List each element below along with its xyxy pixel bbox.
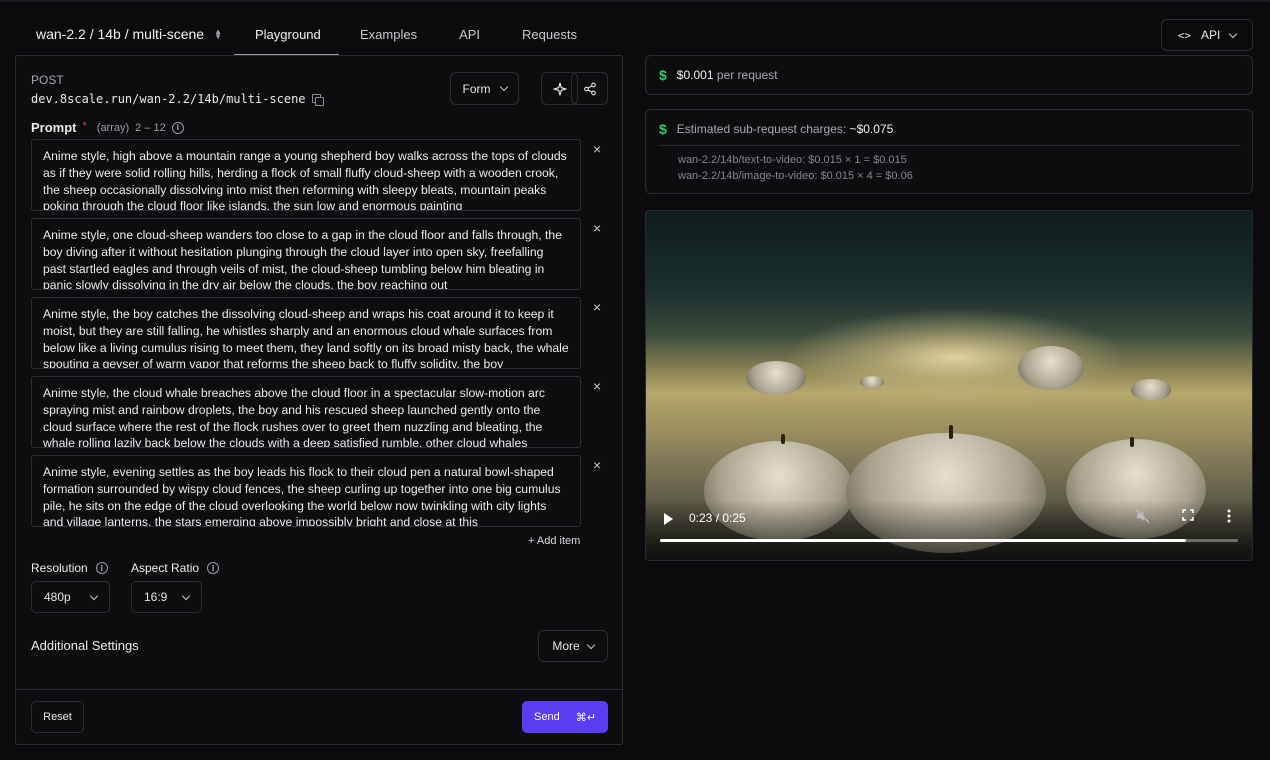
prompt-item-4[interactable]: Anime style, the cloud whale breaches ab…	[31, 376, 581, 448]
remove-item-icon[interactable]: ×	[593, 458, 601, 472]
kebab-icon	[1227, 509, 1231, 523]
expand-icon	[1182, 509, 1194, 521]
tab-requests[interactable]: Requests	[501, 16, 598, 55]
charges-divider	[659, 145, 1241, 146]
more-settings-button[interactable]: More	[538, 630, 608, 662]
resolution-select[interactable]: 480p	[31, 581, 110, 613]
endpoint-url: dev.8scale.run/wan-2.2/14b/multi-scene	[31, 92, 324, 106]
cloud-shape	[746, 361, 806, 395]
prompt-item-3[interactable]: Anime style, the boy catches the dissolv…	[31, 297, 581, 369]
reset-button[interactable]: Reset	[31, 701, 84, 733]
chevron-down-icon	[586, 640, 595, 649]
add-item-button[interactable]: + Add item	[528, 535, 580, 547]
video-controls	[646, 500, 1252, 560]
send-button[interactable]: Send ⌘↵	[522, 701, 608, 733]
aspect-ratio-value: 16:9	[144, 590, 168, 604]
share-icon	[583, 82, 596, 95]
more-options-icon[interactable]	[1226, 508, 1232, 527]
video-time: 0:23 / 0:25	[689, 511, 746, 525]
video-progress-fill	[660, 539, 1186, 542]
more-label: More	[552, 639, 580, 653]
endpoint-text: dev.8scale.run/wan-2.2/14b/multi-scene	[31, 92, 306, 106]
sub-request-line: wan-2.2/14b/text-to-video: $0.015 × 1 = …	[678, 154, 907, 166]
prompt-range: 2 – 12	[135, 121, 166, 134]
prompt-title: Prompt	[31, 120, 77, 135]
additional-settings-heading: Additional Settings	[31, 638, 139, 653]
remove-item-icon[interactable]: ×	[593, 142, 601, 156]
prompt-item-2[interactable]: Anime style, one cloud-sheep wanders too…	[31, 218, 581, 290]
sub-request-charges-card: $ Estimated sub-request charges: ~$0.075…	[645, 109, 1253, 194]
remove-item-icon[interactable]: ×	[593, 300, 601, 314]
request-form-panel: POST dev.8scale.run/wan-2.2/14b/multi-sc…	[15, 55, 623, 745]
charges-label: Estimated sub-request charges:	[676, 122, 847, 136]
prompt-item-5[interactable]: Anime style, evening settles as the boy …	[31, 455, 581, 527]
prompt-type: (array)	[96, 121, 130, 134]
send-label: Send	[534, 711, 560, 723]
boy-figure	[949, 425, 953, 439]
send-shortcut: ⌘↵	[575, 710, 596, 724]
play-icon[interactable]	[664, 513, 673, 525]
tab-examples[interactable]: Examples	[339, 16, 438, 55]
speaker-off-icon	[1136, 509, 1150, 523]
sheep-figure	[1130, 437, 1134, 447]
info-icon[interactable]: i	[171, 121, 184, 134]
video-player[interactable]: 0:23 / 0:25	[645, 210, 1253, 561]
charges-total: ~$0.075	[849, 122, 894, 136]
tab-api[interactable]: API	[438, 16, 501, 55]
api-button-label: API	[1200, 28, 1221, 42]
info-icon[interactable]: i	[95, 562, 108, 574]
chevron-down-icon	[499, 82, 508, 92]
aspect-ratio-label: Aspect Ratio i	[131, 561, 220, 575]
sub-request-line: wan-2.2/14b/image-to-video: $0.015 × 4 =…	[678, 170, 913, 182]
price-unit: per request	[716, 68, 778, 82]
cloud-shape	[1018, 346, 1084, 390]
info-icon[interactable]: i	[207, 562, 220, 574]
fullscreen-icon[interactable]	[1181, 508, 1195, 525]
price-amount: $0.001	[676, 68, 714, 82]
cloud-shape	[1131, 379, 1171, 401]
pricing-card: $ $0.001 per request	[645, 55, 1253, 95]
footer-divider	[16, 689, 622, 690]
copy-icon[interactable]	[311, 93, 324, 106]
api-dropdown-button[interactable]: <> API	[1161, 19, 1253, 51]
http-method: POST	[31, 73, 64, 87]
header: wan-2.2 / 14b / multi-scene ▲ ▼ Playgroun…	[0, 0, 1270, 55]
chevron-down-icon	[89, 591, 99, 600]
video-progress-bar[interactable]	[660, 539, 1238, 542]
form-mode-dropdown[interactable]: Form	[450, 72, 519, 105]
price-row: $ $0.001 per request	[659, 67, 778, 83]
sparkle-icon	[552, 81, 567, 96]
resolution-value: 480p	[44, 590, 71, 604]
prompt-item-1[interactable]: Anime style, high above a mountain range…	[31, 139, 581, 211]
model-selector[interactable]: wan-2.2 / 14b / multi-scene ▲ ▼	[36, 26, 222, 42]
chevron-down-icon	[1229, 29, 1238, 38]
aspect-ratio-label-text: Aspect Ratio	[131, 561, 200, 575]
resolution-label-text: Resolution	[31, 561, 88, 575]
dollar-icon: $	[659, 67, 667, 83]
aspect-ratio-select[interactable]: 16:9	[131, 581, 202, 613]
form-mode-label: Form	[462, 81, 491, 96]
code-icon: <>	[1177, 28, 1191, 42]
remove-item-icon[interactable]: ×	[593, 379, 601, 393]
chevron-down-icon	[181, 591, 191, 600]
resolution-label: Resolution i	[31, 561, 108, 575]
tab-bar: Playground Examples API Requests	[234, 16, 598, 55]
chevron-updown-icon: ▲ ▼	[214, 27, 223, 41]
model-name: wan-2.2 / 14b / multi-scene	[36, 26, 205, 42]
tab-playground[interactable]: Playground	[234, 16, 339, 55]
dollar-icon: $	[659, 121, 667, 137]
cloud-shape	[860, 376, 884, 388]
mute-icon[interactable]	[1135, 508, 1151, 527]
share-button[interactable]	[571, 72, 608, 105]
charges-row: $ Estimated sub-request charges: ~$0.075	[659, 121, 893, 137]
prompt-label: Prompt * (array) 2 – 12 i	[31, 120, 184, 135]
remove-item-icon[interactable]: ×	[593, 221, 601, 235]
required-marker: *	[82, 120, 87, 132]
sheep-figure	[781, 434, 785, 444]
